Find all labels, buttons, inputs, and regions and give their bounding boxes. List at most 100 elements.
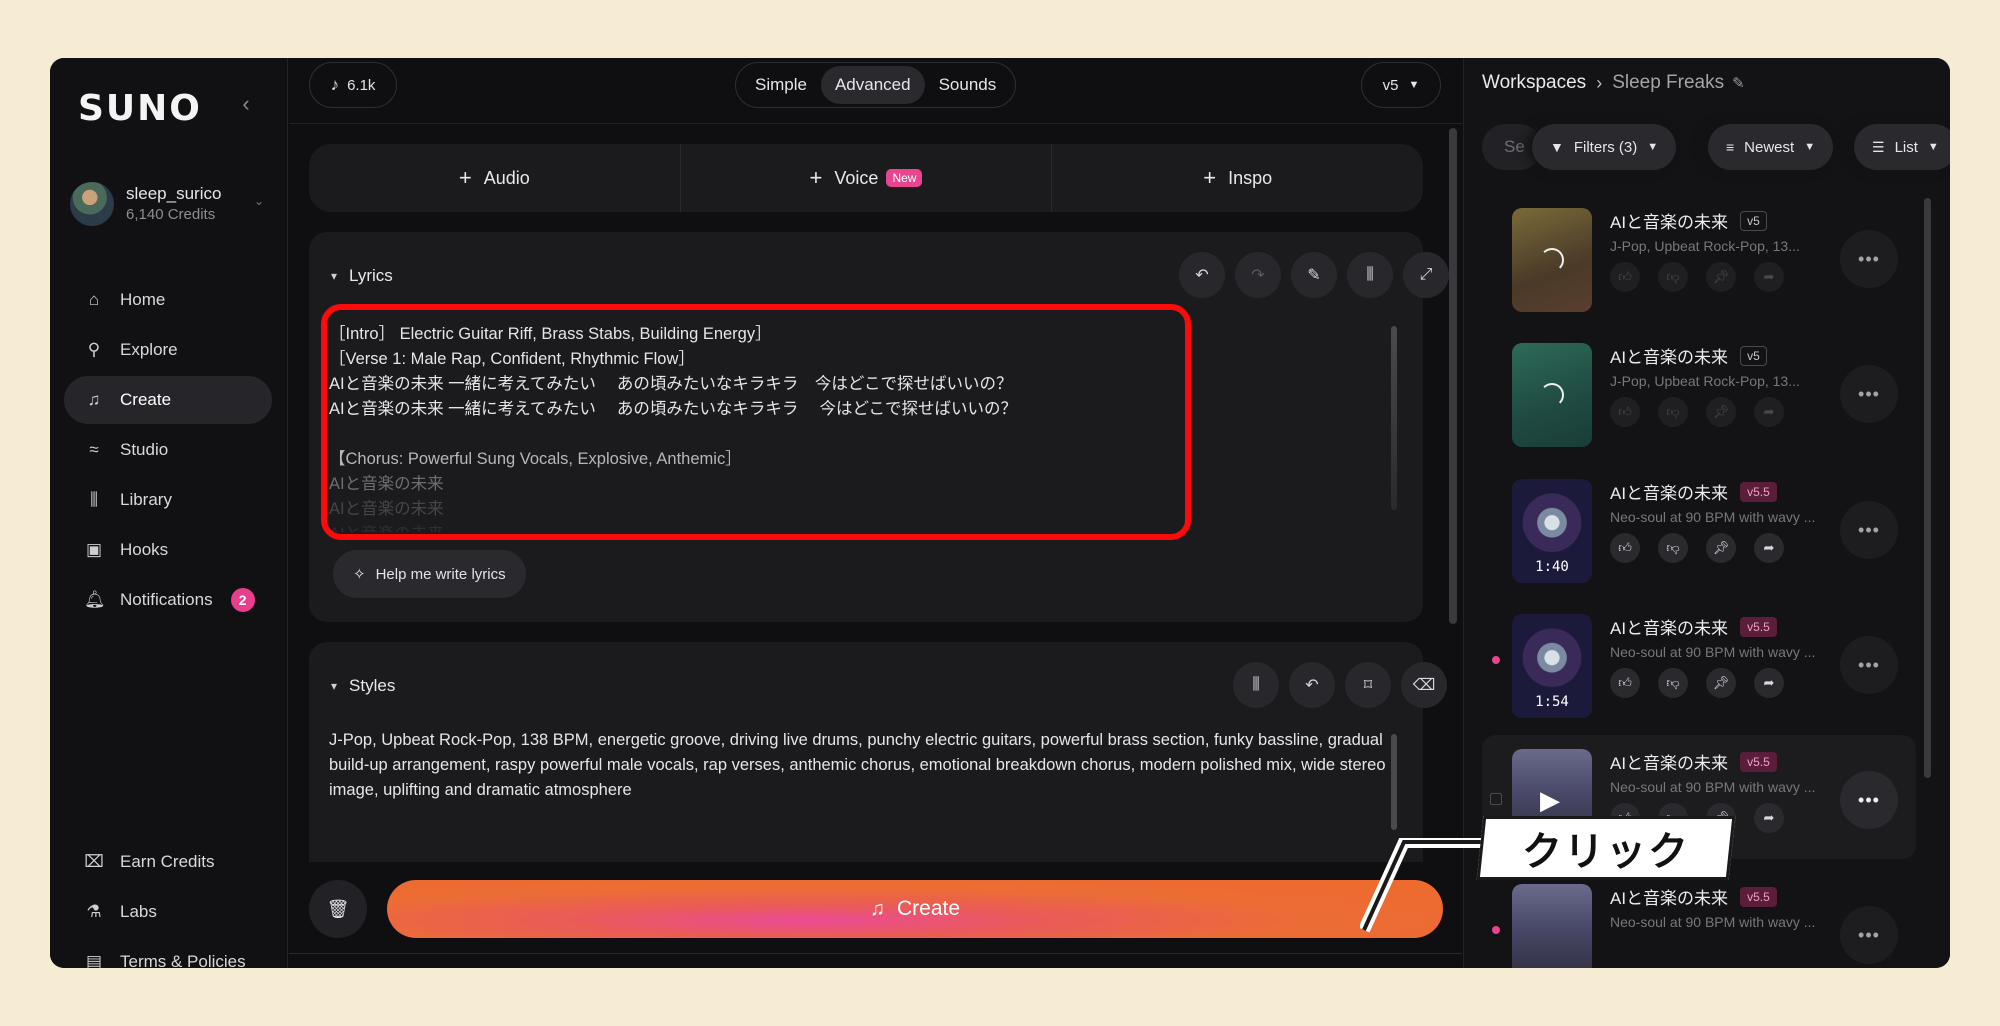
add-voice-button[interactable]: + Voice New (681, 144, 1053, 212)
song-count-button[interactable]: ♪ 6.1k (309, 62, 397, 108)
create-button[interactable]: ♫ Create (387, 880, 1443, 938)
pin-icon[interactable]: 📌︎ (1706, 262, 1736, 292)
song-title[interactable]: AIと音楽の未来 (1610, 343, 1728, 368)
song-thumbnail[interactable]: 1:54 (1512, 614, 1592, 718)
song-title[interactable]: AIと音楽の未来 (1610, 479, 1728, 504)
play-icon[interactable]: ▶ (1540, 785, 1560, 816)
bookmark-icon[interactable]: ⌑ (1345, 662, 1391, 708)
help-write-lyrics-button[interactable]: ✧ Help me write lyrics (333, 550, 526, 598)
share-icon[interactable]: ➦ (1754, 803, 1784, 833)
caret-down-icon: ▼ (1804, 141, 1816, 153)
library-icon[interactable]: ⫼ (1347, 252, 1393, 298)
song-list-item[interactable]: 1:54 AIと音楽の未来 v5.5 Neo-soul at 90 BPM wi… (1482, 600, 1916, 724)
thumbs-down-icon[interactable]: 👎︎ (1658, 262, 1688, 292)
nav-item-notifications[interactable]: 🔔︎ Notifications 2 (64, 576, 272, 624)
breadcrumb: Workspaces › Sleep Freaks ✎ (1482, 72, 1745, 94)
share-icon[interactable]: ➦ (1754, 397, 1784, 427)
version-badge: v5 (1740, 210, 1767, 231)
lyrics-title: Lyrics (349, 266, 393, 285)
song-list-item[interactable]: AIと音楽の未来 v5 J-Pop, Upbeat Rock-Pop, 13..… (1482, 329, 1916, 453)
pin-icon[interactable]: 📌︎ (1706, 533, 1736, 563)
styles-panel: ▾ Styles ⫼ ↶ ⌑ ⌫ J-Pop, Upbeat Rock-Pop,… (309, 642, 1447, 862)
edit-icon[interactable]: ✎ (1291, 252, 1337, 298)
song-title[interactable]: AIと音楽の未来 (1610, 208, 1728, 233)
share-icon[interactable]: ➦ (1754, 533, 1784, 563)
more-options-button[interactable]: ••• (1840, 365, 1898, 423)
library-icon[interactable]: ⫼ (1233, 662, 1279, 708)
nav-item-earn-credits[interactable]: ⌧ Earn Credits (64, 838, 272, 886)
filters-button[interactable]: ▼ Filters (3) ▼ (1532, 124, 1677, 170)
breadcrumb-workspaces[interactable]: Workspaces (1482, 72, 1586, 94)
magic-wand-icon: ✧ (353, 566, 366, 583)
thumbs-down-icon[interactable]: 👎︎ (1658, 533, 1688, 563)
clear-button[interactable]: 🗑︎ (309, 880, 367, 938)
breadcrumb-current-workspace[interactable]: Sleep Freaks (1612, 72, 1724, 94)
model-select[interactable]: v5 ▼ (1361, 62, 1441, 108)
more-options-button[interactable]: ••• (1840, 771, 1898, 829)
select-checkbox[interactable] (1490, 793, 1502, 805)
styles-textarea[interactable]: J-Pop, Upbeat Rock-Pop, 138 BPM, energet… (329, 728, 1399, 803)
thumbs-up-icon[interactable]: 👍︎ (1610, 533, 1640, 563)
nav-item-home[interactable]: ⌂ Home (64, 276, 272, 324)
nav-item-create[interactable]: ♫ Create (64, 376, 272, 424)
lyrics-scrollbar[interactable] (1391, 326, 1397, 510)
pencil-icon[interactable]: ✎ (1732, 74, 1745, 92)
nav-item-terms[interactable]: ▤ Terms & Policies (64, 938, 272, 968)
song-thumbnail[interactable] (1512, 208, 1592, 312)
share-icon[interactable]: ➦ (1754, 262, 1784, 292)
more-options-button[interactable]: ••• (1840, 636, 1898, 694)
share-icon[interactable]: ➦ (1754, 668, 1784, 698)
thumbs-up-icon[interactable]: 👍︎ (1610, 397, 1640, 427)
sort-button[interactable]: ≡ Newest ▼ (1708, 124, 1834, 170)
thumbs-up-icon[interactable]: 👍︎ (1610, 262, 1640, 292)
main-scrollbar[interactable] (1449, 128, 1457, 624)
pin-icon[interactable]: 📌︎ (1706, 397, 1736, 427)
thumbs-down-icon[interactable]: 👎︎ (1658, 668, 1688, 698)
expand-icon[interactable]: ⤢ (1403, 252, 1449, 298)
thumbs-up-icon[interactable]: 👍︎ (1610, 668, 1640, 698)
nav-item-studio[interactable]: ≈ Studio (64, 426, 272, 474)
thumbs-down-icon[interactable]: 👎︎ (1658, 397, 1688, 427)
song-list-item[interactable]: AIと音楽の未来 v5.5 Neo-soul at 90 BPM with wa… (1482, 870, 1916, 968)
undo-icon[interactable]: ↶ (1179, 252, 1225, 298)
chevron-down-icon: ⌄ (254, 194, 265, 208)
add-audio-button[interactable]: + Audio (309, 144, 681, 212)
tab-advanced[interactable]: Advanced (820, 66, 925, 104)
song-list-item[interactable]: 1:40 AIと音楽の未来 v5.5 Neo-soul at 90 BPM wi… (1482, 465, 1916, 589)
suno-logo[interactable]: SUNO (78, 88, 202, 129)
more-options-button[interactable]: ••• (1840, 906, 1898, 964)
trash-icon[interactable]: ⌫ (1401, 662, 1447, 708)
song-actions: 👍︎ 👎︎ 📌︎ ➦ (1610, 533, 1784, 563)
chevron-down-icon: ▾ (331, 269, 338, 283)
styles-scrollbar[interactable] (1391, 734, 1397, 830)
view-button[interactable]: ☰ List ▼ (1854, 124, 1950, 170)
song-title[interactable]: AIと音楽の未来 (1610, 614, 1728, 639)
callout-pointer-line (1360, 838, 1486, 933)
workspace-scrollbar[interactable] (1924, 198, 1931, 778)
song-thumbnail[interactable] (1512, 884, 1592, 968)
nav-item-explore[interactable]: ⚲ Explore (64, 326, 272, 374)
add-inspo-button[interactable]: + Inspo (1052, 144, 1423, 212)
nav-item-labs[interactable]: ⚗ Labs (64, 888, 272, 936)
tab-simple[interactable]: Simple (741, 66, 821, 104)
collapse-sidebar-icon[interactable]: ‹ (234, 92, 258, 116)
pin-icon[interactable]: 📌︎ (1706, 668, 1736, 698)
nav-item-hooks[interactable]: ▣ Hooks (64, 526, 272, 574)
song-thumbnail[interactable] (1512, 343, 1592, 447)
song-title[interactable]: AIと音楽の未来 (1610, 749, 1728, 774)
account-switcher[interactable]: sleep_surico 6,140 Credits ⌄ (70, 180, 270, 230)
create-panel: ♪ 6.1k Simple Advanced Sounds v5 ▼ + Aud… (289, 58, 1462, 968)
highlight-box (321, 304, 1191, 540)
undo-icon[interactable]: ↶ (1289, 662, 1335, 708)
song-title[interactable]: AIと音楽の未来 (1610, 884, 1728, 909)
more-options-button[interactable]: ••• (1840, 501, 1898, 559)
nav-item-library[interactable]: ⫼ Library (64, 476, 272, 524)
lyrics-section-toggle[interactable]: ▾ Lyrics (331, 266, 393, 286)
tab-sounds[interactable]: Sounds (925, 66, 1011, 104)
styles-section-toggle[interactable]: ▾ Styles (331, 676, 395, 696)
redo-icon[interactable]: ↷ (1235, 252, 1281, 298)
nav-item-label: Hooks (120, 540, 169, 559)
song-thumbnail[interactable]: 1:40 (1512, 479, 1592, 583)
song-list-item[interactable]: AIと音楽の未来 v5 J-Pop, Upbeat Rock-Pop, 13..… (1482, 194, 1916, 318)
more-options-button[interactable]: ••• (1840, 230, 1898, 288)
